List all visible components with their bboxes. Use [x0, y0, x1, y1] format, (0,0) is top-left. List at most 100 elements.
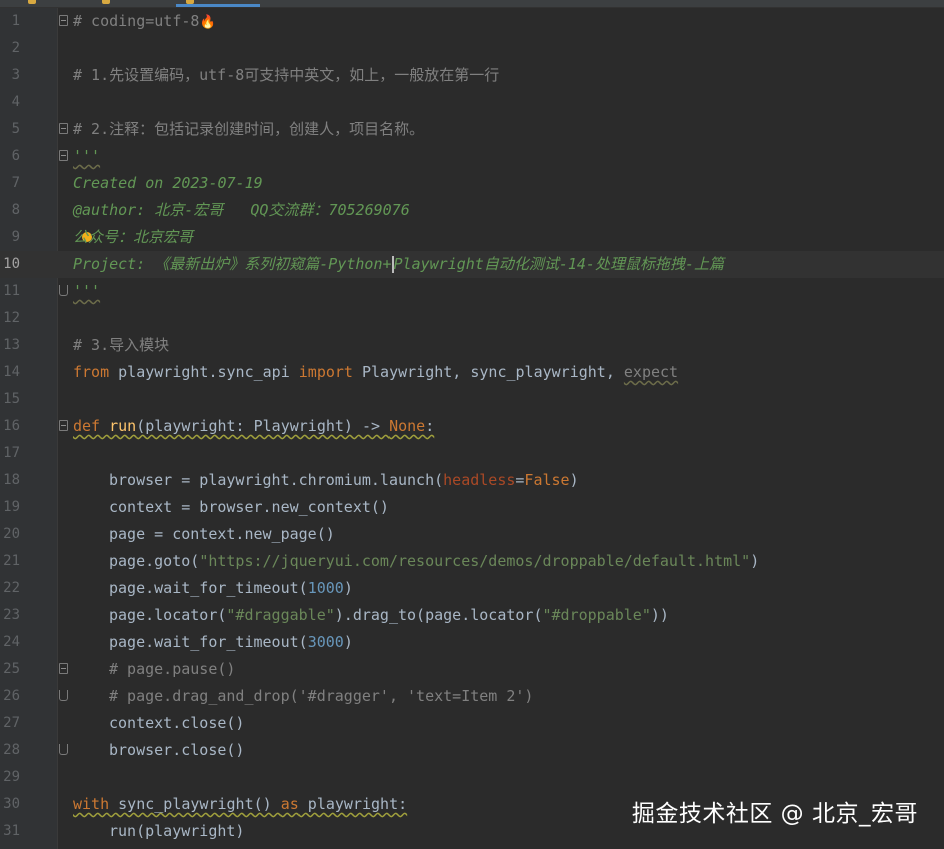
- unused-import: expect: [623, 363, 679, 381]
- line-number: 10: [3, 256, 20, 272]
- line-number: 6: [11, 148, 20, 164]
- line-number: 17: [3, 445, 20, 461]
- line-number: 9: [11, 229, 20, 245]
- comment-text: # coding=utf-8: [73, 12, 200, 30]
- line-number: 28: [3, 742, 20, 758]
- code-line[interactable]: 14 from playwright.sync_api import Playw…: [0, 359, 944, 386]
- python-file-icon: [186, 0, 194, 4]
- fold-collapse-icon[interactable]: [59, 420, 68, 431]
- docstring-text: @author: 北京-宏哥 QQ交流群：705269076: [73, 201, 410, 219]
- line-number: 29: [3, 769, 20, 785]
- code-line[interactable]: 20 page = context.new_page(): [0, 521, 944, 548]
- line-number: 23: [3, 607, 20, 623]
- code-text: page.goto(: [109, 552, 200, 570]
- keyword: from: [73, 363, 110, 381]
- line-number: 11: [3, 283, 20, 299]
- docstring-text: 公众号：北京宏哥: [73, 228, 194, 246]
- flame-icon: 🔥: [199, 15, 216, 30]
- code-line[interactable]: 16 def run(playwright: Playwright) -> No…: [0, 413, 944, 440]
- editor-tab-bar: [0, 0, 944, 8]
- line-number: 25: [3, 661, 20, 677]
- line-number: 7: [11, 175, 20, 191]
- code-line[interactable]: 19 context = browser.new_context(): [0, 494, 944, 521]
- code-text: page = context.new_page(): [109, 525, 335, 543]
- keyword-argument: headless: [443, 471, 516, 489]
- code-line[interactable]: 24 page.wait_for_timeout(3000): [0, 629, 944, 656]
- keyword: None: [389, 417, 426, 435]
- code-text: playwright:: [298, 795, 408, 813]
- comment-text: # page.pause(): [109, 660, 236, 678]
- code-text: page.locator(: [109, 606, 227, 624]
- code-line[interactable]: 9 公众号：北京宏哥: [0, 224, 944, 251]
- code-text: Playwright, sync_playwright,: [352, 363, 624, 381]
- docstring-text: Created on 2023-07-19: [73, 174, 263, 192]
- fold-collapse-icon[interactable]: [59, 123, 68, 134]
- code-line[interactable]: 7 Created on 2023-07-19: [0, 170, 944, 197]
- line-number: 20: [3, 526, 20, 542]
- code-line[interactable]: 22 page.wait_for_timeout(1000): [0, 575, 944, 602]
- code-text: browser.close(): [109, 741, 245, 759]
- code-text: playwright.sync_api: [109, 363, 299, 381]
- code-line[interactable]: 2: [0, 35, 944, 62]
- fold-end-icon[interactable]: [59, 744, 68, 755]
- fold-collapse-icon[interactable]: [59, 15, 68, 26]
- editor-tab-active[interactable]: [176, 0, 260, 7]
- fold-end-icon[interactable]: [59, 285, 68, 296]
- code-line[interactable]: 29: [0, 764, 944, 791]
- line-number: 13: [3, 337, 20, 353]
- code-line-current[interactable]: 10 Project: 《最新出炉》系列初窥篇-Python+ Playwrigh…: [0, 251, 944, 278]
- fold-end-icon[interactable]: [59, 690, 68, 701]
- code-text: ): [343, 633, 353, 651]
- fold-collapse-icon[interactable]: [59, 150, 68, 161]
- code-line[interactable]: 21 page.goto("https://jqueryui.com/resou…: [0, 548, 944, 575]
- code-line[interactable]: 6 ''': [0, 143, 944, 170]
- code-text: ): [343, 579, 353, 597]
- docstring-text: Playwright自动化测试-14-处理鼠标拖拽-上篇: [393, 255, 724, 273]
- editor-tab[interactable]: [28, 0, 58, 7]
- line-number: 8: [11, 202, 20, 218]
- code-line[interactable]: 1 # coding=utf-8🔥: [0, 8, 944, 35]
- code-line[interactable]: 18 browser = playwright.chromium.launch(…: [0, 467, 944, 494]
- code-text: :: [425, 417, 435, 435]
- fold-collapse-icon[interactable]: [59, 663, 68, 674]
- comment-text: # 1.先设置编码，utf-8可支持中英文，如上，一般放在第一行: [73, 66, 500, 84]
- code-text: )): [650, 606, 669, 624]
- code-line[interactable]: 11 ''': [0, 278, 944, 305]
- line-number: 18: [3, 472, 20, 488]
- keyword: import: [298, 363, 353, 381]
- code-line[interactable]: 13 # 3.导入模块: [0, 332, 944, 359]
- docstring-text: Project: 《最新出炉》系列初窥篇-Python+: [73, 255, 392, 273]
- line-number: 1: [11, 13, 20, 29]
- code-text: (playwright: Playwright) ->: [136, 417, 390, 435]
- code-line[interactable]: 25 # page.pause(): [0, 656, 944, 683]
- code-line[interactable]: 15: [0, 386, 944, 413]
- line-number: 30: [3, 796, 20, 812]
- line-number: 27: [3, 715, 20, 731]
- code-line[interactable]: 5 # 2.注释：包括记录创建时间，创建人，项目名称。: [0, 116, 944, 143]
- line-number: 19: [3, 499, 20, 515]
- code-line[interactable]: 23 page.locator("#draggable").drag_to(pa…: [0, 602, 944, 629]
- code-text: context = browser.new_context(): [109, 498, 389, 516]
- code-line[interactable]: 27 context.close(): [0, 710, 944, 737]
- python-file-icon: [102, 0, 110, 4]
- line-number: 22: [3, 580, 20, 596]
- code-line[interactable]: 28 browser.close(): [0, 737, 944, 764]
- code-line[interactable]: 17: [0, 440, 944, 467]
- editor-tab[interactable]: [100, 0, 160, 7]
- docstring-text: ''': [73, 147, 101, 165]
- code-line[interactable]: 12: [0, 305, 944, 332]
- docstring-text: ''': [73, 282, 101, 300]
- code-line[interactable]: 8 @author: 北京-宏哥 QQ交流群：705269076: [0, 197, 944, 224]
- code-text: context.close(): [109, 714, 245, 732]
- line-number: 2: [11, 40, 20, 56]
- code-text: page.wait_for_timeout(: [109, 579, 308, 597]
- string-literal: "https://jqueryui.com/resources/demos/dr…: [199, 552, 751, 570]
- code-line[interactable]: 4: [0, 89, 944, 116]
- code-text: run(playwright): [109, 822, 245, 840]
- line-number: 14: [3, 364, 20, 380]
- keyword: with: [73, 795, 110, 813]
- code-line[interactable]: 3 # 1.先设置编码，utf-8可支持中英文，如上，一般放在第一行: [0, 62, 944, 89]
- number-literal: 3000: [307, 633, 344, 651]
- line-number: 12: [3, 310, 20, 326]
- code-line[interactable]: 26 # page.drag_and_drop('#dragger', 'tex…: [0, 683, 944, 710]
